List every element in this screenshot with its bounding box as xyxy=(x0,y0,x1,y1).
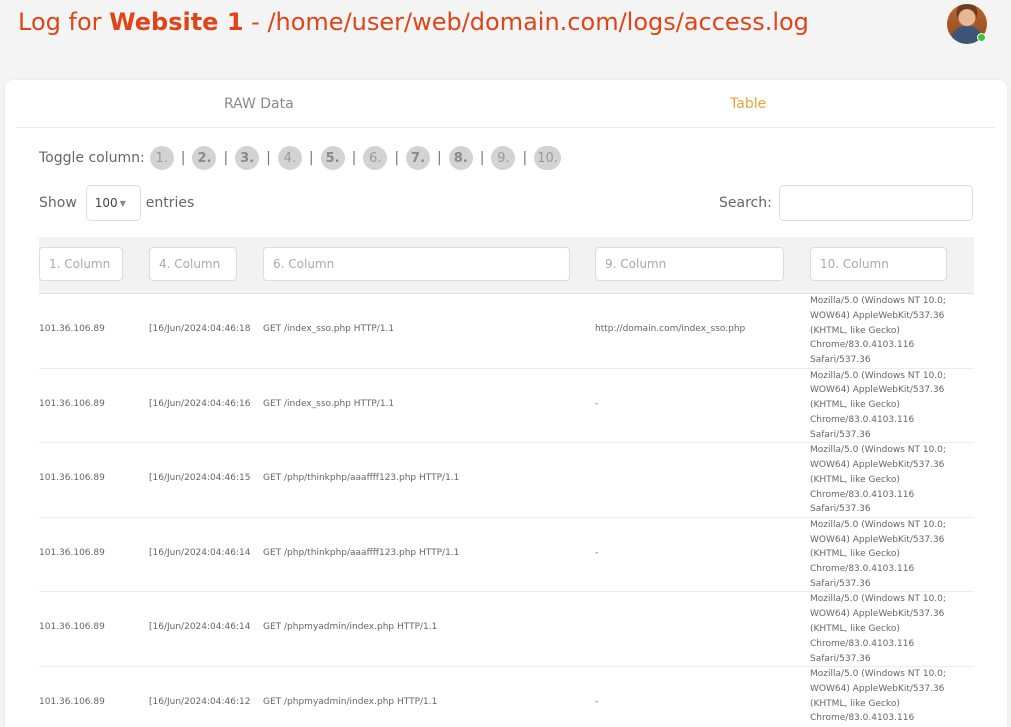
cell-user-agent: Mozilla/5.0 (Windows NT 10.0; WOW64) App… xyxy=(810,370,946,440)
filter-column-9[interactable]: 9. Column xyxy=(595,247,784,281)
online-status-dot xyxy=(977,33,986,42)
cell-request: GET /index_sso.php HTTP/1.1 xyxy=(263,324,395,334)
entries-length-control: Show 100 ▼ entries xyxy=(39,185,194,221)
toggle-column-9[interactable]: 9. xyxy=(491,146,516,170)
cell-request: GET /php/thinkphp/aaaffff123.php HTTP/1.… xyxy=(263,547,460,558)
cell-user-agent: Mozilla/5.0 (Windows NT 10.0; WOW64) App… xyxy=(810,445,946,515)
entries-select[interactable]: 100 ▼ xyxy=(85,185,141,221)
title-separator: - xyxy=(243,8,268,36)
cell-time: [16/Jun/2024:04:46:18 xyxy=(149,324,251,334)
toggle-column-bar: Toggle column: 1. | 2. | 3. | 4. | 5. | 6. | 7… xyxy=(39,146,562,170)
toggle-column-10[interactable]: 10. xyxy=(534,146,561,170)
cell-request: GET /index_sso.php HTTP/1.1 xyxy=(263,398,395,409)
filter-column-1[interactable]: 1. Column xyxy=(39,247,123,281)
cell-time: [16/Jun/2024:04:46:15 xyxy=(149,473,251,484)
table-row: 101.36.106.89 [16/Jun/2024:04:46:14 GET … xyxy=(39,592,974,667)
caret-down-icon: ▼ xyxy=(119,198,126,208)
log-card: RAW Data Table Toggle column: 1. | 2. | 3.… xyxy=(5,80,1007,727)
cell-ip: 101.36.106.89 xyxy=(39,696,105,707)
toggle-column-8[interactable]: 8. xyxy=(448,146,473,170)
toggle-column-2[interactable]: 2. xyxy=(192,146,217,170)
table-row: 101.36.106.89 [16/Jun/2024:04:46:16 GET … xyxy=(39,369,974,444)
cell-user-agent: Mozilla/5.0 (Windows NT 10.0; WOW64) App… xyxy=(810,594,946,664)
table-row: 101.36.106.89 [16/Jun/2024:04:46:12 GET … xyxy=(39,667,974,727)
toggle-column-4[interactable]: 4. xyxy=(277,146,302,170)
cell-referer: - xyxy=(595,547,599,558)
filter-column-4[interactable]: 4. Column xyxy=(149,247,237,281)
cell-user-agent: Mozilla/5.0 (Windows NT 10.0; WOW64) App… xyxy=(810,296,946,366)
column-filter-bar: 1. Column 4. Column 6. Column 9. Column … xyxy=(39,237,974,294)
cell-referer: - xyxy=(595,696,599,707)
tab-table[interactable]: Table xyxy=(730,96,766,112)
cell-request: GET /phpmyadmin/index.php HTTP/1.1 xyxy=(263,622,438,633)
cell-referer: - xyxy=(595,398,599,409)
search-label: Search: xyxy=(719,195,772,211)
toggle-column-label: Toggle column: xyxy=(39,150,145,166)
cell-request: GET /phpmyadmin/index.php HTTP/1.1 xyxy=(263,696,438,707)
toggle-column-3[interactable]: 3. xyxy=(235,146,260,170)
cell-ip: 101.36.106.89 xyxy=(39,622,105,633)
log-path: /home/user/web/domain.com/logs/access.lo… xyxy=(267,8,809,36)
cell-time: [16/Jun/2024:04:46:14 xyxy=(149,547,251,558)
toggle-column-5[interactable]: 5. xyxy=(320,146,345,170)
cell-ip: 101.36.106.89 xyxy=(39,324,105,334)
show-label: Show xyxy=(39,195,77,211)
tab-raw-data[interactable]: RAW Data xyxy=(224,96,294,112)
site-name: Website 1 xyxy=(109,8,244,36)
cell-user-agent: Mozilla/5.0 (Windows NT 10.0; WOW64) App… xyxy=(810,668,946,724)
filter-column-6[interactable]: 6. Column xyxy=(263,247,570,281)
search-input[interactable] xyxy=(778,185,973,221)
table-row: 101.36.106.89 [16/Jun/2024:04:46:14 GET … xyxy=(39,518,974,593)
entries-value: 100 xyxy=(94,196,118,210)
entries-label: entries xyxy=(145,195,195,211)
avatar[interactable] xyxy=(947,4,987,44)
cell-time: [16/Jun/2024:04:46:14 xyxy=(149,622,251,633)
toggle-column-6[interactable]: 6. xyxy=(363,146,388,170)
page-title: Log for Website 1 - /home/user/web/domai… xyxy=(18,8,809,36)
cell-ip: 101.36.106.89 xyxy=(39,473,105,484)
view-tabs: RAW Data Table xyxy=(17,80,995,128)
cell-referer: http://domain.com/index_sso.php xyxy=(595,324,746,334)
log-table-body: 101.36.106.89 [16/Jun/2024:04:46:18 GET … xyxy=(39,294,974,727)
table-row: 101.36.106.89 [16/Jun/2024:04:46:15 GET … xyxy=(39,443,974,518)
cell-time: [16/Jun/2024:04:46:16 xyxy=(149,398,251,409)
toggle-column-7[interactable]: 7. xyxy=(406,146,431,170)
cell-user-agent: Mozilla/5.0 (Windows NT 10.0; WOW64) App… xyxy=(810,519,946,589)
cell-time: [16/Jun/2024:04:46:12 xyxy=(149,696,251,707)
cell-request: GET /php/thinkphp/aaaffff123.php HTTP/1.… xyxy=(263,473,460,484)
table-row: 101.36.106.89 [16/Jun/2024:04:46:18 GET … xyxy=(39,294,974,369)
filter-column-10[interactable]: 10. Column xyxy=(810,247,947,281)
title-prefix: Log for xyxy=(18,8,110,36)
toggle-column-1[interactable]: 1. xyxy=(149,146,174,170)
cell-ip: 101.36.106.89 xyxy=(39,398,105,409)
search-control: Search: xyxy=(719,185,973,221)
cell-ip: 101.36.106.89 xyxy=(39,547,105,558)
